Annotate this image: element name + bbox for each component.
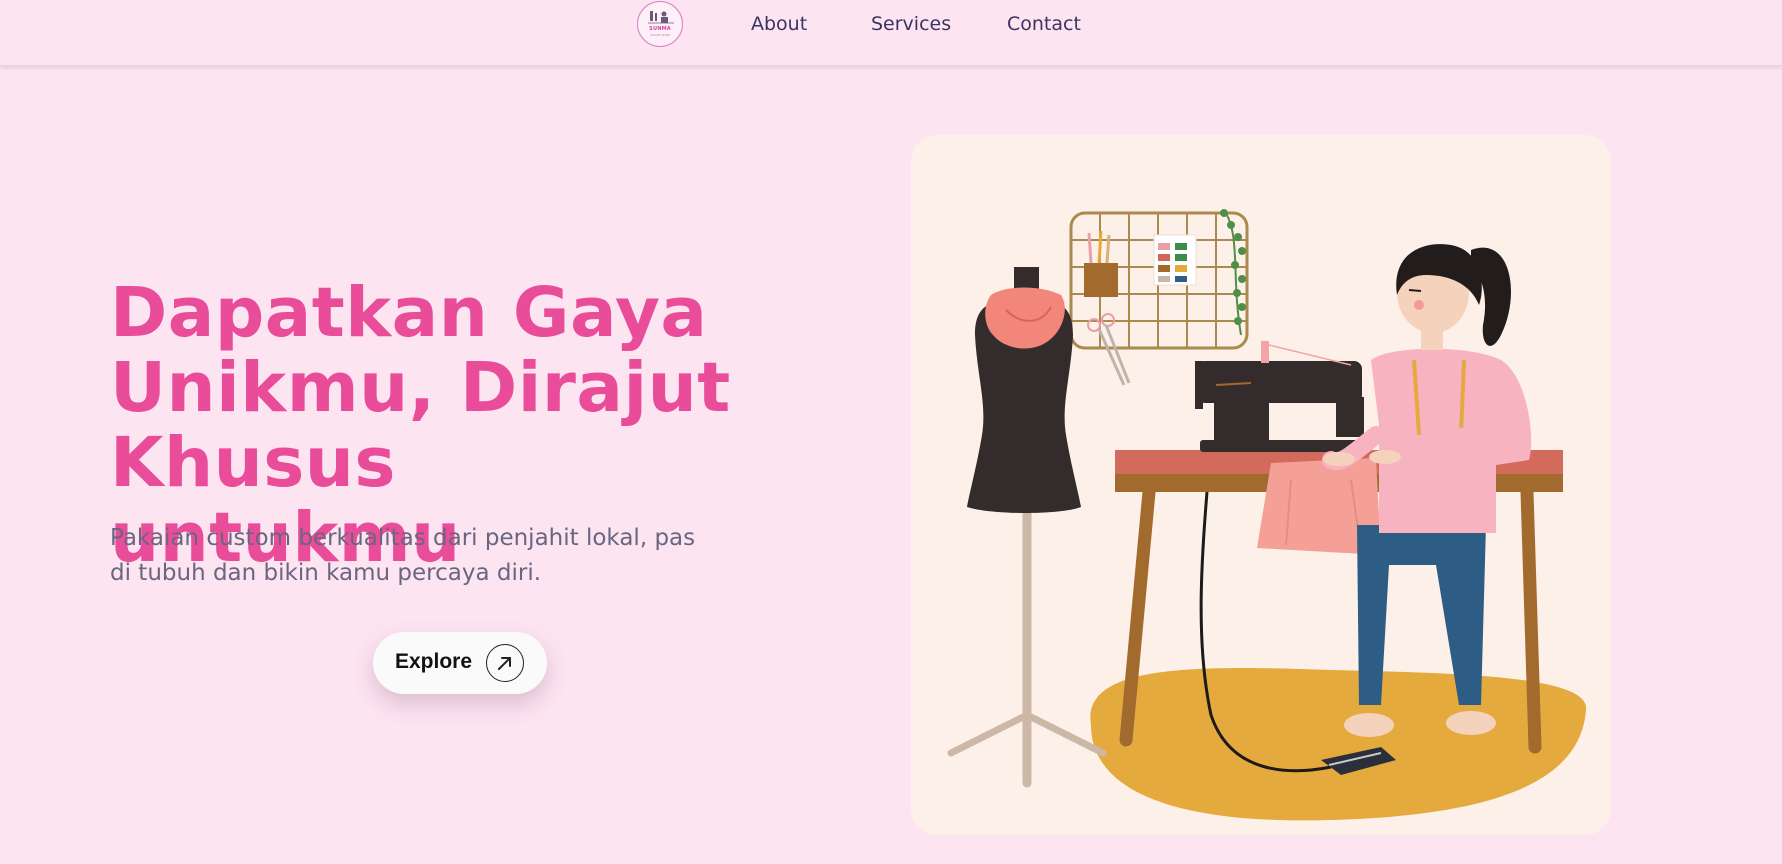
logo-brand-text: SUNMA	[649, 26, 671, 32]
hero-subtitle-line: Pakaian custom berkualitas dari penjahit…	[110, 525, 696, 551]
explore-button[interactable]: Explore	[373, 632, 547, 694]
hero-subtitle: Pakaian custom berkualitas dari penjahit…	[110, 521, 760, 591]
logo-tagline: TAILOR SHOP	[650, 33, 670, 37]
logo-graphic-icon	[648, 11, 674, 24]
hero-title-line: Unikmu, Dirajut	[110, 348, 731, 428]
arrow-up-right-icon	[486, 644, 524, 682]
explore-button-label: Explore	[395, 650, 473, 673]
dress-mannequin	[947, 267, 1107, 788]
wall-grid-board	[1069, 211, 1249, 386]
tailor-illustration	[947, 209, 1587, 821]
brand-logo[interactable]: SUNMA TAILOR SHOP	[637, 1, 683, 47]
nav-link-services[interactable]: Services	[871, 13, 951, 35]
nav-link-about[interactable]: About	[751, 13, 807, 35]
nav-link-contact[interactable]: Contact	[1007, 13, 1081, 35]
top-navbar: SUNMA TAILOR SHOP About Services Contact	[0, 0, 1782, 66]
hanging-plant	[1220, 209, 1246, 336]
hero-subtitle-line: di tubuh dan bikin kamu percaya diri.	[110, 560, 542, 586]
hero-illustration-card	[911, 135, 1611, 835]
floor-rug	[1090, 668, 1587, 821]
hero-title-line: Dapatkan Gaya	[110, 273, 708, 353]
